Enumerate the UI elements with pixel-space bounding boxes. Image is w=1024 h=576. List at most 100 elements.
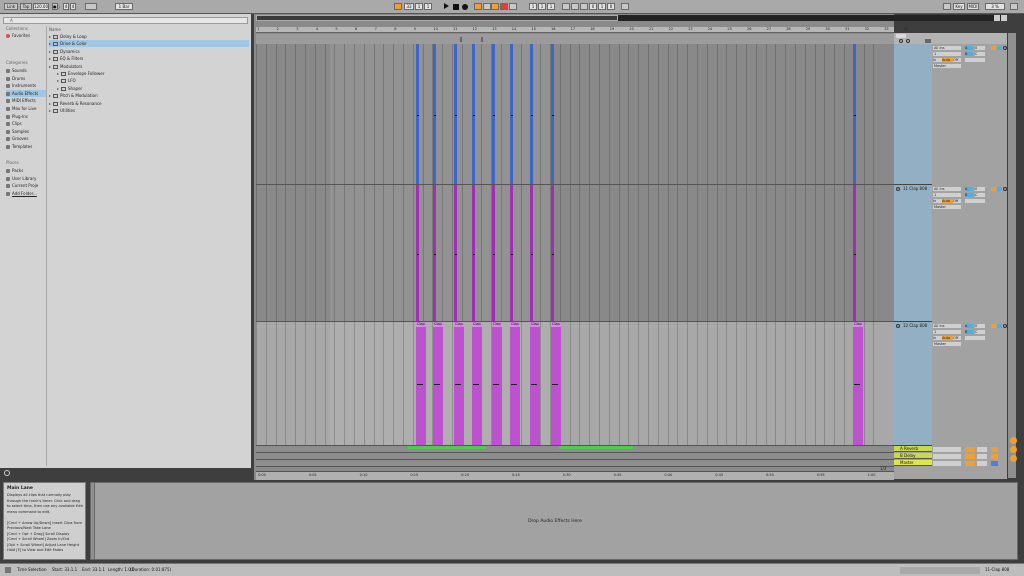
audio-clip[interactable]: [530, 185, 533, 321]
audio-clip[interactable]: [492, 44, 495, 184]
arrangement-lane-1[interactable]: [256, 44, 894, 185]
arm-icon[interactable]: [1003, 46, 1007, 50]
audio-clip[interactable]: [472, 44, 475, 184]
audio-clip[interactable]: [416, 44, 419, 184]
pos-sixteenth-field[interactable]: 1: [424, 3, 432, 10]
mixer-tab[interactable]: [896, 34, 906, 38]
sidebar-place-1[interactable]: User Library: [6, 175, 36, 182]
track-header-1[interactable]: [894, 44, 932, 185]
input-channel-select[interactable]: 1: [933, 330, 961, 334]
overview-zoom-icon[interactable]: [994, 15, 1000, 21]
audio-clip[interactable]: Clap: [454, 322, 464, 445]
expand-arrow-icon[interactable]: [49, 58, 51, 61]
mute-button[interactable]: [975, 199, 985, 203]
arrangement-overview[interactable]: [256, 15, 1006, 21]
return-lane-0[interactable]: [256, 446, 894, 453]
quantization-menu[interactable]: 1 Bar: [115, 3, 133, 10]
monitor-off[interactable]: Off: [953, 199, 961, 203]
audio-clip[interactable]: [433, 44, 436, 184]
send-a-knob[interactable]: A: [965, 46, 973, 50]
punch-in-icon[interactable]: [571, 3, 579, 10]
return-track-2[interactable]: Master: [894, 460, 932, 466]
return-volume[interactable]: [977, 461, 987, 466]
audio-clip[interactable]: Clap: [472, 322, 482, 445]
return-volume[interactable]: [977, 454, 987, 459]
loop-marker-icon[interactable]: [481, 37, 483, 42]
return-lane-2[interactable]: [256, 460, 894, 467]
expand-arrow-icon[interactable]: [49, 110, 51, 112]
file-row[interactable]: Dynamics: [49, 48, 249, 55]
scroll-orange-dot-1-icon[interactable]: [1010, 437, 1017, 444]
track-fold-icon[interactable]: [896, 324, 900, 328]
automation-arm-icon[interactable]: [483, 3, 491, 10]
expand-arrow-icon[interactable]: [57, 80, 59, 83]
mixer-menu-icon[interactable]: [925, 39, 931, 43]
sidebar-item-plug-ins[interactable]: Plug-Ins: [6, 113, 28, 120]
input-channel-select[interactable]: 1: [933, 193, 961, 197]
input-type-select[interactable]: All Ins: [933, 187, 961, 191]
sidebar-place-3[interactable]: Add Folder...: [6, 190, 37, 197]
tempo-field[interactable]: 120.00: [33, 3, 49, 10]
play-icon[interactable]: [444, 3, 449, 9]
track-header-3[interactable]: 12 Clap 808: [894, 322, 932, 446]
file-row[interactable]: Pitch & Modulation: [49, 92, 249, 99]
sidebar-item-drums[interactable]: Drums: [6, 75, 25, 82]
activator-button[interactable]: [991, 187, 996, 191]
key-map-button[interactable]: Key: [953, 3, 965, 10]
overview-viewport[interactable]: [256, 15, 618, 21]
sidebar-item-clips[interactable]: Clips: [6, 120, 22, 127]
arrangement-position-icon[interactable]: [394, 3, 402, 10]
expand-arrow-icon[interactable]: [57, 87, 59, 90]
pos-bar-field[interactable]: 33: [404, 3, 414, 10]
loop-start-sixteenth[interactable]: 1: [547, 3, 555, 10]
solo-button[interactable]: [965, 58, 975, 62]
file-row[interactable]: LFO: [49, 77, 249, 84]
arrangement-lane-3[interactable]: Clap Clap Clap Clap Clap Clap Clap Clap Clap: [256, 322, 894, 446]
audio-clip[interactable]: [433, 185, 436, 321]
return-activator[interactable]: [965, 454, 975, 459]
loop-start-beat[interactable]: 1: [538, 3, 546, 10]
monitor-auto[interactable]: Auto: [942, 199, 953, 203]
punch-out-icon[interactable]: [580, 3, 588, 10]
return-track-1[interactable]: B Delay: [894, 453, 932, 459]
monitor-in[interactable]: In: [933, 58, 942, 62]
input-type-select[interactable]: All Ins: [933, 46, 961, 50]
audio-clip[interactable]: Clap: [492, 322, 502, 445]
overdub-icon[interactable]: [474, 3, 482, 10]
expand-arrow-icon[interactable]: [49, 43, 51, 46]
solo-button[interactable]: [965, 336, 975, 340]
stop-icon[interactable]: [453, 4, 459, 10]
audio-clip[interactable]: Clap: [510, 322, 520, 445]
output-select[interactable]: Master: [933, 342, 961, 346]
expand-arrow-icon[interactable]: [49, 50, 51, 53]
volume-field[interactable]: 0: [975, 187, 985, 191]
pan-field[interactable]: C: [975, 193, 985, 197]
sidebar-place-0[interactable]: Packs: [6, 167, 23, 174]
expand-arrow-icon[interactable]: [57, 73, 59, 75]
sidebar-item-samples[interactable]: Samples: [6, 128, 29, 135]
return-output[interactable]: [933, 447, 961, 452]
activator-button[interactable]: [991, 46, 996, 50]
vertical-scrollbar[interactable]: [1008, 33, 1016, 478]
mute-button[interactable]: [975, 336, 985, 340]
return-solo[interactable]: [991, 447, 998, 452]
loop-toggle-icon[interactable]: [562, 3, 570, 10]
loop-marker-icon[interactable]: [460, 37, 462, 42]
return-solo[interactable]: [991, 454, 998, 459]
loop-length-sixteenth[interactable]: 0: [607, 3, 615, 10]
audio-clip[interactable]: Clap: [416, 322, 426, 445]
scroll-orange-dot-3-icon[interactable]: [1010, 455, 1017, 462]
sidebar-item-templates[interactable]: Templates: [6, 143, 32, 150]
audio-clip[interactable]: [454, 185, 457, 321]
automation-region[interactable]: [408, 446, 486, 449]
time-ruler[interactable]: 0:00 0:05 0:10 0:15 0:20 0:25 0:30 0:35 0:40 0:45…: [256, 471, 894, 480]
monitor-in[interactable]: In: [933, 199, 942, 203]
midi-map-button[interactable]: MIDI: [967, 3, 979, 10]
output-select[interactable]: Master: [933, 205, 961, 209]
sidebar-item-midi-effects[interactable]: MIDI Effects: [6, 97, 36, 104]
mixer-fold-icon[interactable]: [899, 39, 903, 43]
return-activator[interactable]: [965, 447, 975, 452]
sidebar-item-favorites[interactable]: Favorites: [6, 32, 30, 39]
beat-ruler[interactable]: 1 2 3 4 5 6 7 8 9 10 11 12 13 14 15 16 17 18 19 20 21 22 23 24 2…: [256, 27, 908, 33]
send-b-knob[interactable]: B: [965, 52, 973, 56]
